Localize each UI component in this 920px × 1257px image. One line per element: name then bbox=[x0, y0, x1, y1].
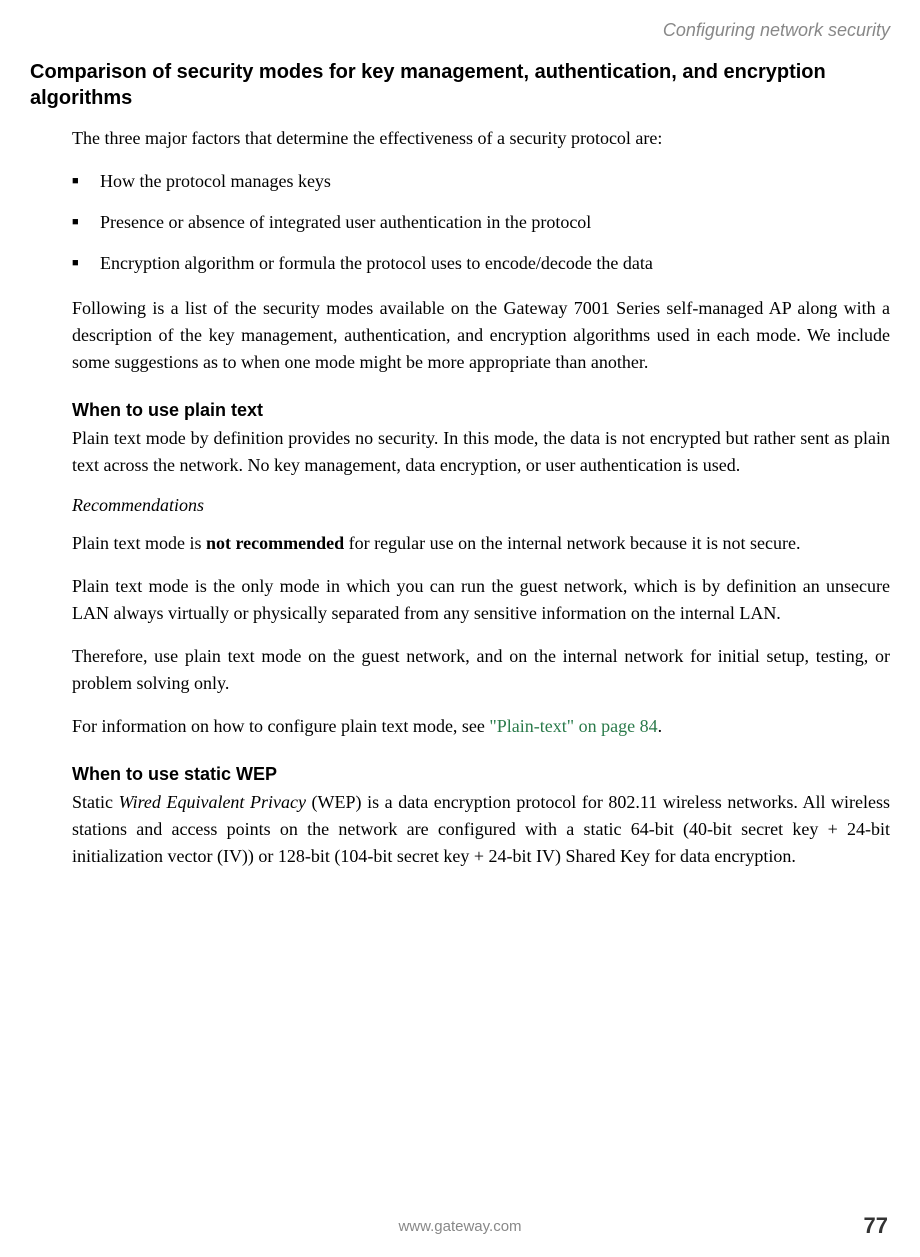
wep-p1: Static Wired Equivalent Privacy (WEP) is… bbox=[72, 789, 890, 870]
page-number: 77 bbox=[864, 1213, 888, 1239]
following-paragraph: Following is a list of the security mode… bbox=[72, 295, 890, 376]
plaintext-p4: Therefore, use plain text mode on the gu… bbox=[72, 643, 890, 697]
text-fragment: for regular use on the internal network … bbox=[344, 533, 800, 553]
text-fragment: Static bbox=[72, 792, 119, 812]
plaintext-p5: For information on how to configure plai… bbox=[72, 713, 890, 740]
list-item: Presence or absence of integrated user a… bbox=[72, 209, 890, 236]
plaintext-p3: Plain text mode is the only mode in whic… bbox=[72, 573, 890, 627]
italic-text: Wired Equivalent Privacy bbox=[119, 792, 306, 812]
list-item: Encryption algorithm or formula the prot… bbox=[72, 250, 890, 277]
footer-url: www.gateway.com bbox=[0, 1218, 920, 1235]
plaintext-p2: Plain text mode is not recommended for r… bbox=[72, 530, 890, 557]
plaintext-heading: When to use plain text bbox=[72, 400, 890, 421]
main-heading: Comparison of security modes for key man… bbox=[30, 59, 890, 111]
intro-paragraph: The three major factors that determine t… bbox=[72, 125, 890, 152]
wep-heading: When to use static WEP bbox=[72, 764, 890, 785]
bold-text: not recommended bbox=[206, 533, 344, 553]
text-fragment: Plain text mode is bbox=[72, 533, 206, 553]
list-item: How the protocol manages keys bbox=[72, 168, 890, 195]
header-section-title: Configuring network security bbox=[30, 20, 890, 41]
text-fragment: . bbox=[658, 716, 663, 736]
recommendations-label: Recommendations bbox=[72, 495, 890, 516]
plaintext-p1: Plain text mode by definition provides n… bbox=[72, 425, 890, 479]
cross-reference-link[interactable]: "Plain-text" on page 84 bbox=[489, 716, 657, 736]
factors-list: How the protocol manages keys Presence o… bbox=[72, 168, 890, 277]
text-fragment: For information on how to configure plai… bbox=[72, 716, 489, 736]
